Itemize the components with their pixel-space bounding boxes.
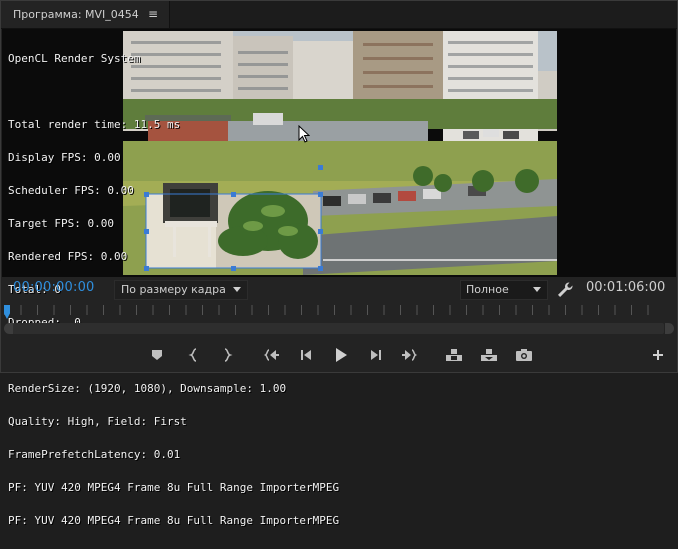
time-ruler[interactable]	[4, 305, 674, 323]
zoom-level-select[interactable]: По размеру кадра	[114, 280, 248, 300]
overlay-line: Rendered FPS: 0.00	[8, 250, 128, 263]
overlay-line: PF: YUV 420 MPEG4 Frame 8u Full Range Im…	[8, 481, 340, 494]
tab-title: Программа: MVI_0454	[13, 8, 139, 21]
zoom-level-value: По размеру кадра	[121, 283, 226, 296]
plus-icon	[653, 350, 663, 360]
lift-icon	[446, 349, 462, 361]
overlay-line: Display FPS: 0.00	[8, 151, 121, 164]
overlay-line: OpenCL Render System	[8, 52, 141, 65]
camera-icon	[516, 349, 532, 361]
zoom-scrollbar[interactable]	[4, 322, 674, 335]
overlay-line: Target FPS: 0.00	[8, 217, 114, 230]
go-to-in-icon	[263, 349, 279, 361]
go-to-out-icon	[402, 349, 418, 361]
current-timecode[interactable]: 00:00:00:00	[13, 280, 95, 295]
panel-tab-bar: Программа: MVI_0454 ≡	[1, 1, 677, 29]
export-frame-button[interactable]	[512, 345, 536, 365]
mark-in-icon	[188, 348, 197, 362]
go-to-in-button[interactable]	[259, 345, 283, 365]
chevron-down-icon	[233, 287, 241, 292]
step-forward-icon	[371, 350, 381, 360]
lift-button[interactable]	[442, 345, 466, 365]
mark-out-button[interactable]	[215, 345, 239, 365]
play-button[interactable]	[329, 345, 353, 365]
step-forward-button[interactable]	[364, 345, 388, 365]
scrollbar-left-handle[interactable]	[4, 323, 13, 334]
add-marker-button[interactable]	[145, 345, 169, 365]
button-editor-button[interactable]	[646, 345, 670, 365]
mark-in-button[interactable]	[182, 345, 206, 365]
mouse-pointer-icon	[298, 125, 310, 143]
wrench-icon[interactable]	[556, 281, 574, 299]
step-back-icon	[301, 350, 311, 360]
playback-resolution-select[interactable]: Полное	[460, 280, 548, 300]
program-viewport[interactable]: OpenCL Render System Total render time: …	[2, 29, 676, 526]
ruler-ticks	[4, 305, 664, 315]
scrollbar-right-handle[interactable]	[665, 323, 674, 334]
program-monitor-tab[interactable]: Программа: MVI_0454 ≡	[1, 1, 170, 28]
overlay-line: Total render time: 11.5 ms	[8, 118, 181, 131]
step-back-button[interactable]	[294, 345, 318, 365]
scrollbar-track[interactable]	[12, 323, 664, 334]
play-icon	[336, 348, 347, 362]
overlay-line: Quality: High, Field: First	[8, 415, 187, 428]
transport-controls	[1, 341, 677, 369]
chevron-down-icon	[533, 287, 541, 292]
program-monitor-panel: Программа: MVI_0454 ≡ OpenCL Render Syst…	[0, 0, 678, 526]
duration-timecode: 00:01:06:00	[586, 280, 666, 295]
overlay-line: FramePrefetchLatency: 0.01	[8, 448, 181, 461]
mark-out-icon	[224, 348, 233, 362]
playback-resolution-value: Полное	[466, 283, 509, 296]
extract-button[interactable]	[477, 345, 501, 365]
go-to-out-button[interactable]	[398, 345, 422, 365]
hamburger-icon[interactable]: ≡	[146, 7, 160, 21]
playhead[interactable]	[4, 305, 10, 319]
extract-icon	[481, 349, 497, 361]
overlay-line: Scheduler FPS: 0.00	[8, 184, 134, 197]
overlay-line: RenderSize: (1920, 1080), Downsample: 1.…	[8, 382, 287, 395]
overlay-line: PF: YUV 420 MPEG4 Frame 8u Full Range Im…	[8, 514, 340, 527]
monitor-controls-row: 00:00:00:00 По размеру кадра Полное 00:0…	[1, 277, 677, 301]
marker-icon	[152, 350, 162, 360]
